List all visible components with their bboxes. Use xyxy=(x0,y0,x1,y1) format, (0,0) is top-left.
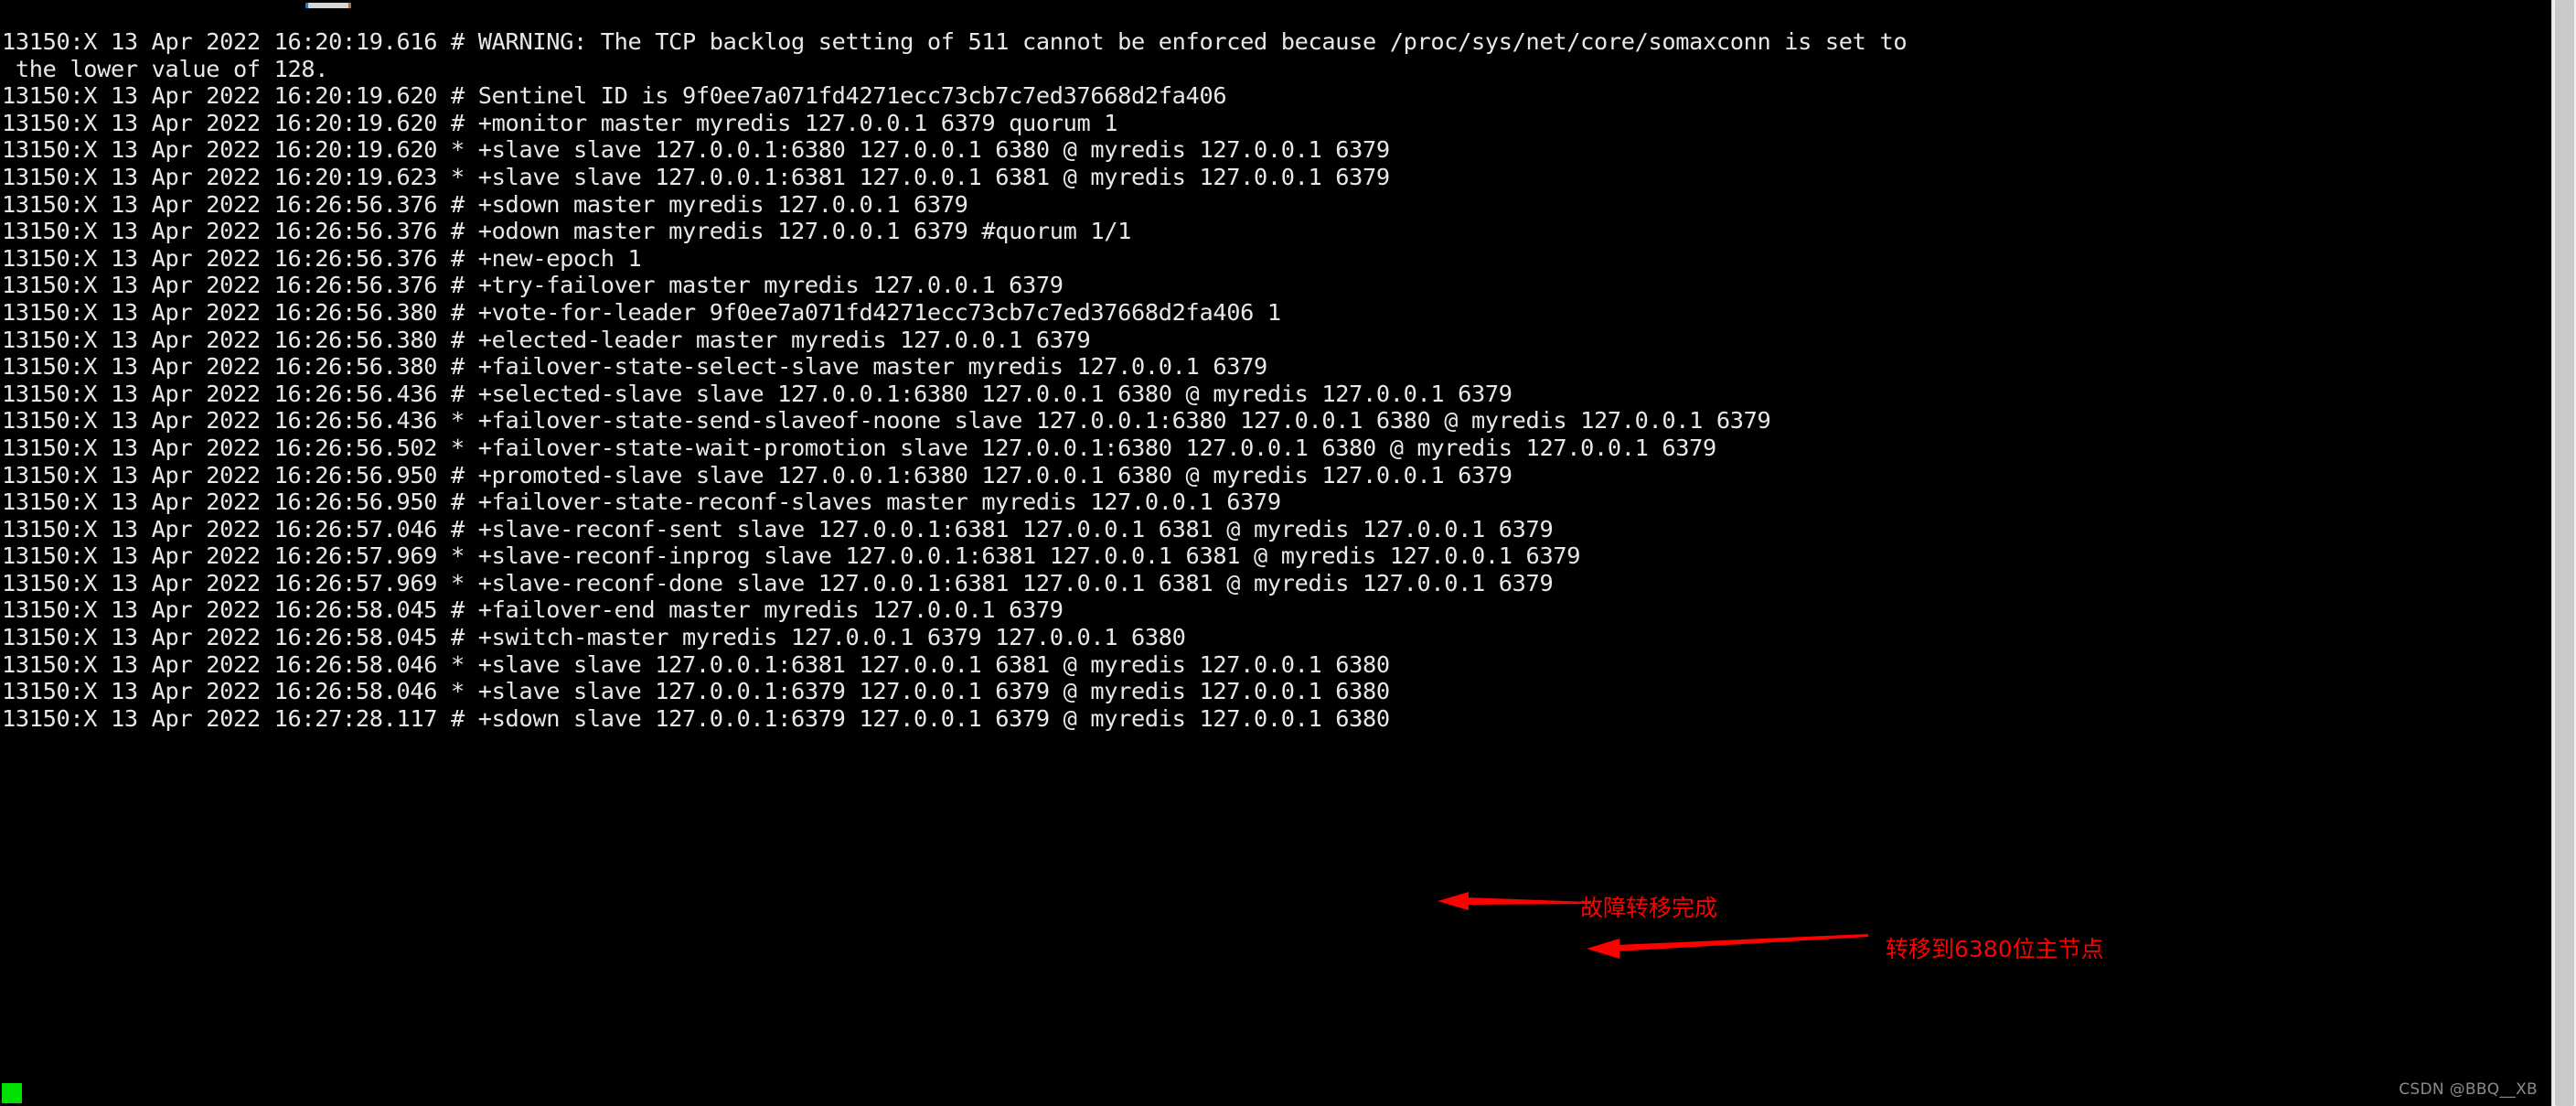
terminal-log-line: 13150:X 13 Apr 2022 16:20:19.620 # +moni… xyxy=(2,109,1118,136)
terminal-log-line: 13150:X 13 Apr 2022 16:26:57.046 # +slav… xyxy=(2,515,1554,542)
terminal-log-line: 13150:X 13 Apr 2022 16:26:56.436 # +sele… xyxy=(2,380,1512,407)
page-scrollbar[interactable] xyxy=(2551,0,2576,1106)
minimize-icon[interactable] xyxy=(305,3,351,8)
scrollbar-thumb[interactable] xyxy=(2555,0,2574,1106)
terminal-screen: 13150:X 13 Apr 2022 16:20:19.616 # WARNI… xyxy=(0,0,2576,1106)
terminal-log-line: 13150:X 13 Apr 2022 16:26:56.950 # +prom… xyxy=(2,461,1512,489)
terminal-log-line: 13150:X 13 Apr 2022 16:26:56.380 # +elec… xyxy=(2,326,1091,353)
terminal-log-line: 13150:X 13 Apr 2022 16:26:56.376 # +new-… xyxy=(2,244,642,272)
terminal-log-line: the lower value of 128. xyxy=(2,55,329,82)
terminal-log-line: 13150:X 13 Apr 2022 16:20:19.620 # Senti… xyxy=(2,82,1227,110)
terminal-log-line: 13150:X 13 Apr 2022 16:20:19.620 * +slav… xyxy=(2,136,1390,164)
terminal-log-line: 13150:X 13 Apr 2022 16:26:57.969 * +slav… xyxy=(2,569,1554,596)
window-chrome xyxy=(0,0,2576,20)
terminal-log-line: 13150:X 13 Apr 2022 16:26:56.380 # +vote… xyxy=(2,298,1281,326)
terminal-log-line: 13150:X 13 Apr 2022 16:26:56.380 # +fail… xyxy=(2,353,1267,381)
terminal-log-line: 13150:X 13 Apr 2022 16:27:28.117 # +sdow… xyxy=(2,704,1390,732)
terminal-log-line: 13150:X 13 Apr 2022 16:26:58.046 * +slav… xyxy=(2,650,1390,678)
terminal-log-line: 13150:X 13 Apr 2022 16:26:58.046 * +slav… xyxy=(2,678,1390,705)
terminal-log-line: 13150:X 13 Apr 2022 16:26:56.376 # +try-… xyxy=(2,272,1064,299)
terminal-log-line: 13150:X 13 Apr 2022 16:26:57.969 * +slav… xyxy=(2,542,1581,570)
terminal-log-line: 13150:X 13 Apr 2022 16:26:58.045 # +fail… xyxy=(2,596,1064,624)
terminal-log-line: 13150:X 13 Apr 2022 16:26:56.950 # +fail… xyxy=(2,489,1281,516)
watermark: CSDN @BBQ__XB xyxy=(2399,1080,2538,1099)
terminal-log-line: 13150:X 13 Apr 2022 16:20:19.616 # WARNI… xyxy=(2,28,1908,55)
terminal-log-line: 13150:X 13 Apr 2022 16:26:56.376 # +sdow… xyxy=(2,190,968,218)
terminal-log-line: 13150:X 13 Apr 2022 16:26:56.436 * +fail… xyxy=(2,407,1771,435)
terminal-log-line: 13150:X 13 Apr 2022 16:26:56.502 * +fail… xyxy=(2,434,1716,461)
terminal-log-line: 13150:X 13 Apr 2022 16:26:56.376 # +odow… xyxy=(2,218,1132,245)
terminal-cursor xyxy=(2,1083,22,1103)
terminal-log-line: 13150:X 13 Apr 2022 16:26:58.045 # +swit… xyxy=(2,624,1186,651)
terminal-log-output[interactable]: 13150:X 13 Apr 2022 16:20:19.616 # WARNI… xyxy=(0,20,2551,1106)
terminal-log-line: 13150:X 13 Apr 2022 16:20:19.623 * +slav… xyxy=(2,163,1390,190)
